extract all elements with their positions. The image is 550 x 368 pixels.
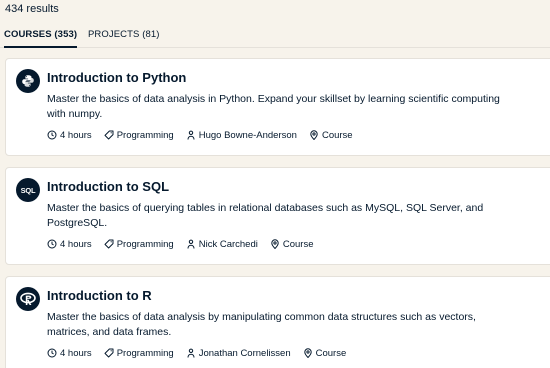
course-description: Master the basics of querying tables in … xyxy=(47,202,484,229)
course-title[interactable]: Introduction to Python xyxy=(47,70,186,85)
course-meta: 4 hours Programming Jonathan Cornelissen… xyxy=(47,346,358,360)
tag-icon xyxy=(104,130,114,140)
tab-bar: COURSES (353) PROJECTS (81) xyxy=(0,24,550,48)
course-card[interactable]: SQL Introduction to SQL Master the basic… xyxy=(5,167,550,265)
course-title[interactable]: Introduction to R xyxy=(47,288,152,303)
course-topic[interactable]: Programming xyxy=(117,130,174,141)
clock-icon xyxy=(47,239,57,249)
course-card[interactable]: Introduction to Python Master the basics… xyxy=(5,58,550,156)
person-icon xyxy=(186,348,196,358)
course-type: Course xyxy=(315,347,347,359)
course-meta: 4 hours Programming Nick Carchedi Course xyxy=(47,237,325,251)
results-count: 434 results xyxy=(5,3,59,15)
clock-icon xyxy=(47,348,57,358)
clock-icon xyxy=(47,130,57,140)
course-duration: 4 hours xyxy=(60,347,92,359)
course-instructor[interactable]: Jonathan Cornelissen xyxy=(199,348,291,359)
course-topic[interactable]: Programming xyxy=(117,239,174,250)
course-instructor[interactable]: Nick Carchedi xyxy=(199,239,258,250)
course-instructor[interactable]: Hugo Bowne-Anderson xyxy=(199,130,297,141)
sql-logo-icon: SQL xyxy=(16,178,40,202)
course-card[interactable]: Introduction to R Master the basics of d… xyxy=(5,276,550,368)
course-duration: 4 hours xyxy=(60,238,92,250)
location-pin-icon xyxy=(303,348,313,358)
course-meta: 4 hours Programming Hugo Bowne-Anderson … xyxy=(47,128,365,142)
tag-icon xyxy=(104,348,114,358)
course-duration: 4 hours xyxy=(60,129,92,141)
location-pin-icon xyxy=(270,239,280,249)
tab-projects[interactable]: PROJECTS (81) xyxy=(88,29,160,48)
course-description: Master the basics of data analysis in Py… xyxy=(47,93,500,120)
course-topic[interactable]: Programming xyxy=(117,348,174,359)
r-logo-icon xyxy=(16,287,40,311)
course-type: Course xyxy=(321,129,353,141)
python-logo-icon xyxy=(16,69,40,93)
sql-logo-text: SQL xyxy=(20,185,36,195)
course-description: Master the basics of data analysis by ma… xyxy=(47,311,476,338)
location-pin-icon xyxy=(309,130,319,140)
tab-courses[interactable]: COURSES (353) xyxy=(4,29,78,48)
tag-icon xyxy=(104,239,114,249)
course-type: Course xyxy=(282,238,314,250)
course-title[interactable]: Introduction to SQL xyxy=(47,179,169,194)
person-icon xyxy=(186,239,196,249)
person-icon xyxy=(186,130,196,140)
